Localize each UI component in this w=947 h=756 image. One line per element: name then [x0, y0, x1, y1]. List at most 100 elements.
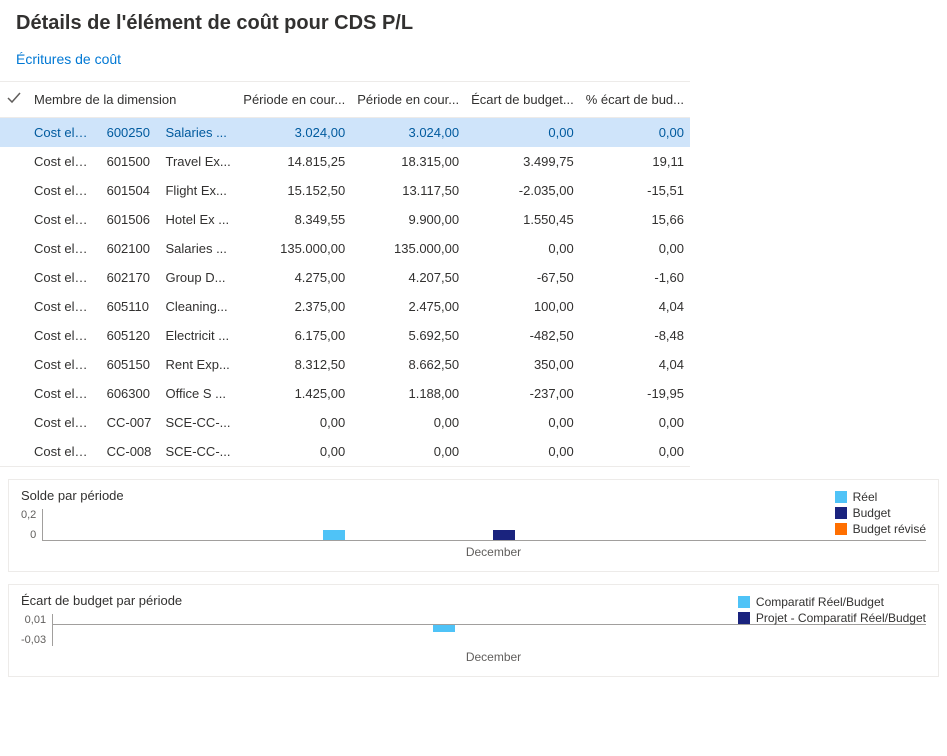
- link-bar: Écritures de coût: [0, 43, 947, 81]
- variance-cell: 0,00: [465, 234, 580, 263]
- code-cell[interactable]: 601500: [101, 147, 160, 176]
- dim-cell[interactable]: Cost ele ...: [28, 321, 101, 350]
- row-select-cell[interactable]: [0, 118, 28, 148]
- chart1-yaxis: 0,2 0: [21, 509, 42, 541]
- variance-pct-cell: -15,51: [580, 176, 690, 205]
- dim-cell[interactable]: Cost ele ...: [28, 437, 101, 466]
- desc-cell[interactable]: SCE-CC-...: [159, 437, 237, 466]
- desc-cell[interactable]: Electricit ...: [159, 321, 237, 350]
- code-cell[interactable]: 605110: [101, 292, 160, 321]
- col-period1[interactable]: Période en cour...: [237, 82, 351, 118]
- p1-cell: 135.000,00: [237, 234, 351, 263]
- code-cell[interactable]: CC-007: [101, 408, 160, 437]
- row-select-cell[interactable]: [0, 205, 28, 234]
- legend-swatch-icon: [835, 523, 847, 535]
- row-select-cell[interactable]: [0, 321, 28, 350]
- desc-cell[interactable]: Salaries ...: [159, 118, 237, 148]
- p2-cell: 5.692,50: [351, 321, 465, 350]
- dim-cell[interactable]: Cost ele ...: [28, 292, 101, 321]
- variance-cell: -2.035,00: [465, 176, 580, 205]
- p1-cell: 4.275,00: [237, 263, 351, 292]
- legend-label: Réel: [853, 490, 878, 504]
- chart1-title: Solde par période: [21, 488, 926, 503]
- code-cell[interactable]: 605120: [101, 321, 160, 350]
- dim-cell[interactable]: Cost ele ...: [28, 118, 101, 148]
- dim-cell[interactable]: Cost ele ...: [28, 176, 101, 205]
- p2-cell: 0,00: [351, 408, 465, 437]
- row-select-cell[interactable]: [0, 176, 28, 205]
- table-row[interactable]: Cost ele ...605110Cleaning...2.375,002.4…: [0, 292, 690, 321]
- chart1-ytick-bottom: 0: [30, 529, 36, 541]
- code-cell[interactable]: 606300: [101, 379, 160, 408]
- table-row[interactable]: Cost ele ...CC-007SCE-CC-...0,000,000,00…: [0, 408, 690, 437]
- code-cell[interactable]: 602170: [101, 263, 160, 292]
- select-all-header[interactable]: [0, 82, 28, 118]
- row-select-cell[interactable]: [0, 147, 28, 176]
- legend-label: Budget: [853, 506, 891, 520]
- dim-cell[interactable]: Cost ele ...: [28, 205, 101, 234]
- dim-cell[interactable]: Cost ele ...: [28, 234, 101, 263]
- desc-cell[interactable]: Flight Ex...: [159, 176, 237, 205]
- legend-swatch-icon: [835, 491, 847, 503]
- table-row[interactable]: Cost ele ...602100Salaries ...135.000,00…: [0, 234, 690, 263]
- code-cell[interactable]: 601504: [101, 176, 160, 205]
- row-select-cell[interactable]: [0, 263, 28, 292]
- variance-pct-cell: 15,66: [580, 205, 690, 234]
- desc-cell[interactable]: Group D...: [159, 263, 237, 292]
- desc-cell[interactable]: SCE-CC-...: [159, 408, 237, 437]
- col-variance[interactable]: Écart de budget...: [465, 82, 580, 118]
- col-variance-pct[interactable]: % écart de bud...: [580, 82, 690, 118]
- variance-pct-cell: -8,48: [580, 321, 690, 350]
- row-select-cell[interactable]: [0, 408, 28, 437]
- code-cell[interactable]: 600250: [101, 118, 160, 148]
- balance-by-period-chart: Solde par période 0,2 0 December Réel Bu…: [8, 479, 939, 572]
- variance-cell: 0,00: [465, 408, 580, 437]
- code-cell[interactable]: 605150: [101, 350, 160, 379]
- dim-cell[interactable]: Cost ele ...: [28, 147, 101, 176]
- table-row[interactable]: Cost ele ...601504Flight Ex...15.152,501…: [0, 176, 690, 205]
- legend-item: Projet - Comparatif Réel/Budget: [738, 611, 926, 625]
- dim-cell[interactable]: Cost ele ...: [28, 408, 101, 437]
- variance-cell: 3.499,75: [465, 147, 580, 176]
- table-row[interactable]: Cost ele ...CC-008SCE-CC-...0,000,000,00…: [0, 437, 690, 466]
- row-select-cell[interactable]: [0, 379, 28, 408]
- checkmark-icon: [6, 90, 22, 106]
- chart1-ytick-top: 0,2: [21, 509, 36, 521]
- desc-cell[interactable]: Cleaning...: [159, 292, 237, 321]
- legend-item: Comparatif Réel/Budget: [738, 595, 926, 609]
- p2-cell: 18.315,00: [351, 147, 465, 176]
- table-row[interactable]: Cost ele ...600250Salaries ...3.024,003.…: [0, 118, 690, 148]
- row-select-cell[interactable]: [0, 350, 28, 379]
- code-cell[interactable]: 602100: [101, 234, 160, 263]
- desc-cell[interactable]: Office S ...: [159, 379, 237, 408]
- code-cell[interactable]: 601506: [101, 205, 160, 234]
- row-select-cell[interactable]: [0, 292, 28, 321]
- table-row[interactable]: Cost ele ...605150Rent Exp...8.312,508.6…: [0, 350, 690, 379]
- chart2-yaxis: 0,01 -0,03: [21, 614, 52, 646]
- p1-cell: 0,00: [237, 408, 351, 437]
- p2-cell: 4.207,50: [351, 263, 465, 292]
- table-row[interactable]: Cost ele ...601506Hotel Ex ...8.349,559.…: [0, 205, 690, 234]
- row-select-cell[interactable]: [0, 234, 28, 263]
- table-row[interactable]: Cost ele ...602170Group D...4.275,004.20…: [0, 263, 690, 292]
- desc-cell[interactable]: Rent Exp...: [159, 350, 237, 379]
- dim-cell[interactable]: Cost ele ...: [28, 379, 101, 408]
- p1-cell: 15.152,50: [237, 176, 351, 205]
- desc-cell[interactable]: Hotel Ex ...: [159, 205, 237, 234]
- table-row[interactable]: Cost ele ...605120Electricit ...6.175,00…: [0, 321, 690, 350]
- desc-cell[interactable]: Salaries ...: [159, 234, 237, 263]
- col-dimension[interactable]: Membre de la dimension: [28, 82, 237, 118]
- cost-entries-link[interactable]: Écritures de coût: [16, 51, 121, 67]
- p1-cell: 8.312,50: [237, 350, 351, 379]
- desc-cell[interactable]: Travel Ex...: [159, 147, 237, 176]
- row-select-cell[interactable]: [0, 437, 28, 466]
- variance-cell: -67,50: [465, 263, 580, 292]
- dim-cell[interactable]: Cost ele ...: [28, 263, 101, 292]
- table-row[interactable]: Cost ele ...601500Travel Ex...14.815,251…: [0, 147, 690, 176]
- col-period2[interactable]: Période en cour...: [351, 82, 465, 118]
- variance-pct-cell: 0,00: [580, 437, 690, 466]
- legend-label: Budget révisé: [853, 522, 926, 536]
- table-row[interactable]: Cost ele ...606300Office S ...1.425,001.…: [0, 379, 690, 408]
- code-cell[interactable]: CC-008: [101, 437, 160, 466]
- dim-cell[interactable]: Cost ele ...: [28, 350, 101, 379]
